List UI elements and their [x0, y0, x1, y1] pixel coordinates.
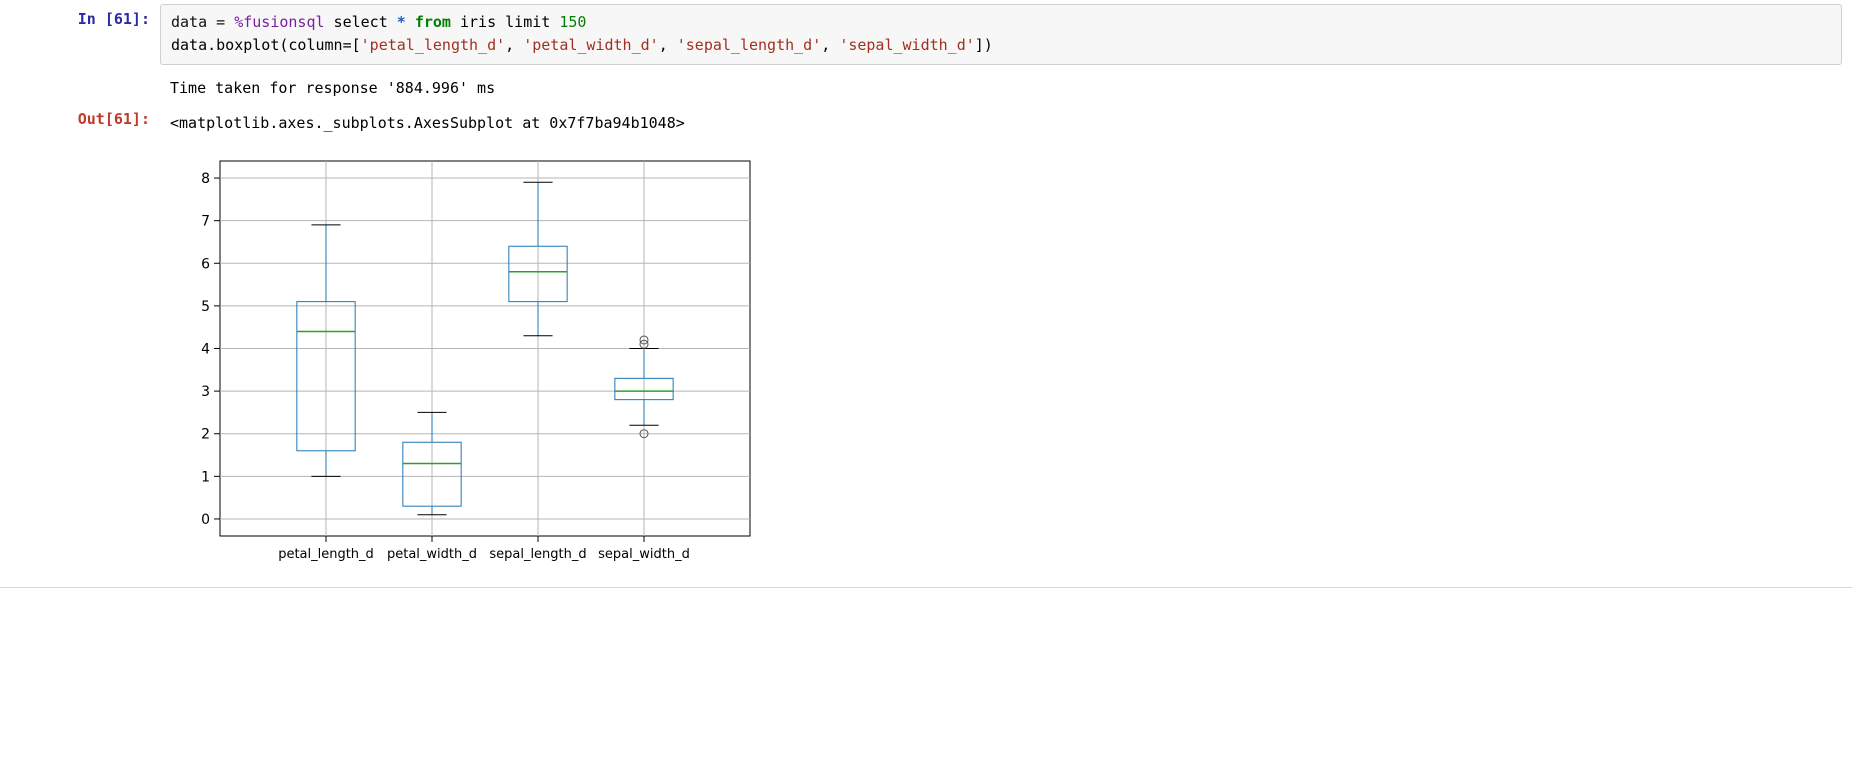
code-input[interactable]: data = %fusionsql select * from iris lim… [160, 4, 1842, 65]
svg-text:3: 3 [201, 384, 210, 400]
svg-text:1: 1 [201, 469, 210, 485]
svg-text:6: 6 [201, 256, 210, 272]
svg-text:sepal_width_d: sepal_width_d [598, 547, 690, 562]
input-cell: In [61]: data = %fusionsql select * from… [0, 0, 1852, 65]
boxplot-svg: 0 1 2 3 4 5 6 7 8 petal_length_d petal_width_d sepa… [170, 151, 770, 571]
boxplot-figure: 0 1 2 3 4 5 6 7 8 petal_length_d petal_width_d sepa… [160, 139, 770, 579]
svg-text:4: 4 [201, 342, 210, 358]
output-repr: <matplotlib.axes._subplots.AxesSubplot a… [160, 104, 1842, 135]
output-cell: Out[61]: <matplotlib.axes._subplots.Axes… [0, 100, 1852, 135]
stdout-text: Time taken for response '884.996' ms [160, 69, 1842, 100]
svg-text:7: 7 [201, 214, 210, 230]
output-prompt: Out[61]: [10, 104, 160, 128]
svg-text:0: 0 [201, 512, 210, 528]
svg-text:sepal_length_d: sepal_length_d [489, 547, 586, 562]
svg-text:8: 8 [201, 171, 210, 187]
plot-cell: 0 1 2 3 4 5 6 7 8 petal_length_d petal_width_d sepa… [0, 135, 1852, 579]
svg-text:5: 5 [201, 299, 210, 315]
svg-text:petal_width_d: petal_width_d [387, 547, 477, 562]
svg-text:petal_length_d: petal_length_d [278, 547, 374, 562]
code-line-2: data.boxplot(column=['petal_length_d', '… [171, 34, 1831, 57]
input-prompt: In [61]: [10, 4, 160, 28]
cell-divider [0, 587, 1852, 588]
stdout-cell: Time taken for response '884.996' ms [0, 65, 1852, 100]
code-line-1: data = %fusionsql select * from iris lim… [171, 11, 1831, 34]
svg-text:2: 2 [201, 427, 210, 443]
